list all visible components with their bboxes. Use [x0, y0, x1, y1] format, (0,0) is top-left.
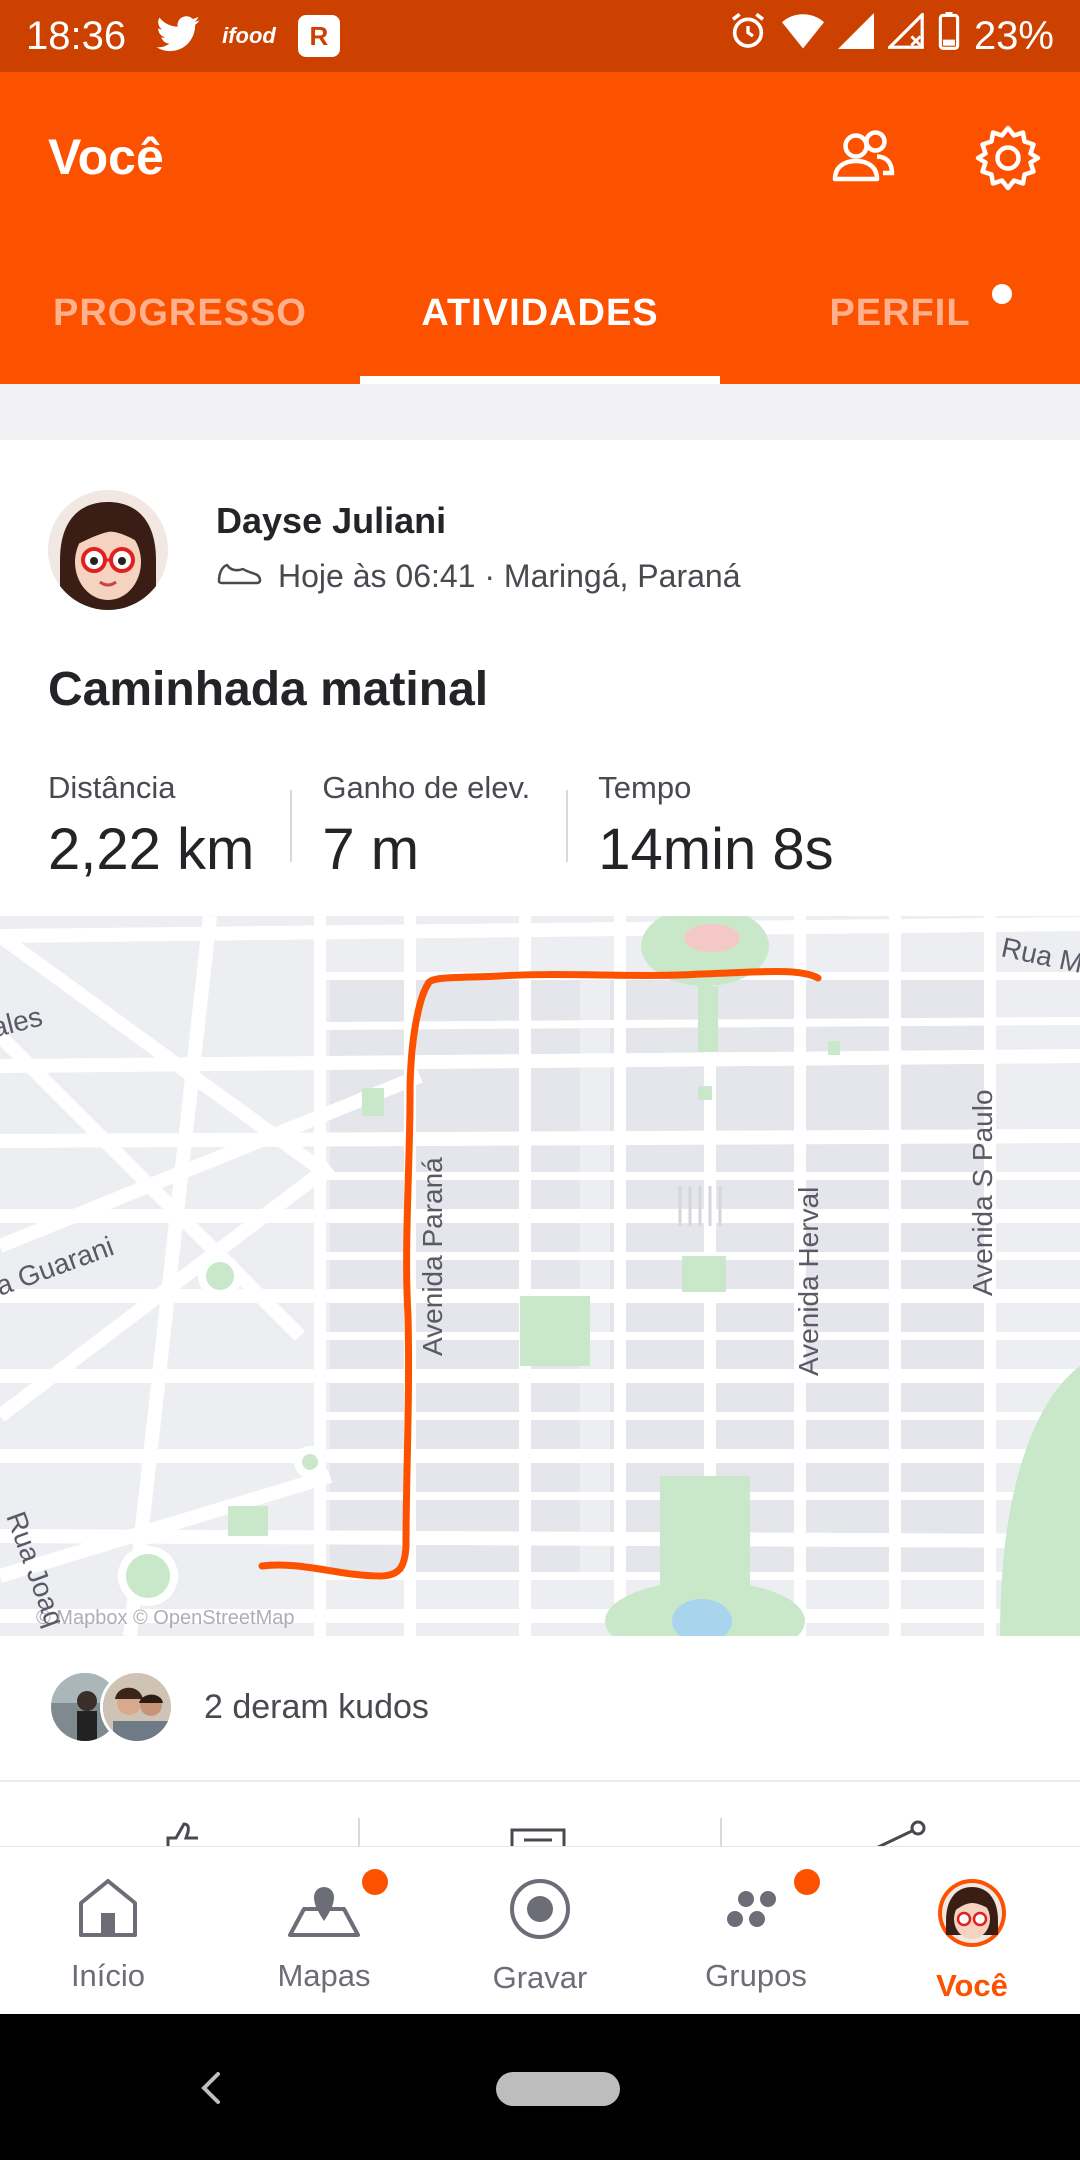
nav-gravar[interactable]: Gravar — [432, 1847, 648, 2015]
stat-label: Distância — [48, 770, 176, 805]
street-label: Avenida Herval — [793, 1187, 824, 1376]
profile-avatar-icon — [936, 1877, 1008, 1954]
nav-label: Você — [936, 1968, 1008, 2003]
tab-bar: PROGRESSO ATIVIDADES PERFIL — [0, 272, 1080, 384]
notification-dot — [992, 284, 1012, 304]
map-pin-icon — [286, 1877, 362, 1944]
back-chevron-icon[interactable] — [192, 2066, 228, 2110]
nav-mapas[interactable]: Mapas — [216, 1847, 432, 2015]
stat-value: 14min 8s — [598, 817, 834, 882]
kudo-avatar — [100, 1670, 174, 1744]
nav-label: Início — [70, 1958, 146, 1993]
activity-date-location: Hoje às 06:41 · Maringá, Paraná — [278, 558, 741, 594]
home-pill[interactable] — [496, 2072, 620, 2106]
ifood-icon: ifood — [222, 23, 276, 48]
record-icon — [508, 1877, 572, 1946]
kudos-row[interactable]: 2 deram kudos — [48, 1670, 429, 1744]
app-header: Você PROGRESSO ATIVIDADES PERFIL — [0, 72, 1080, 384]
groups-icon — [721, 1877, 791, 1944]
activity-stats: Distância 2,22 km Ganho de elev. 7 m Tem… — [48, 770, 902, 883]
page-title: Você — [48, 129, 164, 185]
stat-label: Tempo — [598, 770, 692, 805]
activity-meta: Hoje às 06:41 · Maringá, Paraná — [216, 558, 740, 595]
stat-label: Ganho de elev. — [322, 770, 531, 805]
nav-grupos[interactable]: Grupos — [648, 1847, 864, 2015]
nav-notification-badge — [794, 1869, 820, 1895]
status-time: 18:36 — [26, 13, 127, 58]
battery-percent: 23% — [973, 13, 1054, 58]
nav-label: Grupos — [705, 1958, 807, 1993]
kudos-count: 2 deram kudos — [204, 1687, 429, 1726]
signal-icon — [837, 13, 874, 59]
stat-divider — [566, 790, 569, 862]
map-attribution[interactable]: © Mapbox © OpenStreetMap — [36, 1607, 295, 1630]
nav-label: Mapas — [277, 1958, 371, 1993]
nav-label: Gravar — [492, 1960, 588, 1995]
system-navigation-bar — [0, 2014, 1080, 2160]
activity-title[interactable]: Caminhada matinal — [48, 662, 488, 717]
bottom-navigation: Início Mapas Gravar Grupos Você — [0, 1846, 1080, 2014]
stat-value: 2,22 km — [48, 817, 255, 882]
nav-voce[interactable]: Você — [864, 1847, 1080, 2015]
stat-value: 7 m — [322, 817, 420, 882]
status-bar: 18:36 ifood R 23% — [0, 0, 1080, 72]
street-label: Avenida S Paulo — [967, 1089, 998, 1296]
nav-inicio[interactable]: Início — [0, 1847, 216, 2015]
tab-atividades[interactable]: ATIVIDADES — [360, 272, 720, 384]
home-icon — [75, 1877, 141, 1944]
wifi-icon — [781, 13, 824, 59]
tab-progresso[interactable]: PROGRESSO — [0, 272, 360, 384]
settings-gear-icon[interactable] — [972, 122, 1044, 194]
battery-icon — [938, 12, 960, 60]
find-friends-icon[interactable] — [826, 122, 898, 194]
feed-separator — [0, 384, 1080, 440]
activity-route-map[interactable]: Rua M ales a Guarani Avenida Paraná Aven… — [0, 916, 1080, 1636]
activity-card[interactable]: Dayse Juliani Hoje às 06:41 · Maringá, P… — [0, 440, 1080, 1780]
walking-shoe-icon — [216, 558, 264, 595]
stat-divider — [290, 790, 293, 862]
athlete-name[interactable]: Dayse Juliani — [216, 500, 446, 542]
tab-perfil[interactable]: PERFIL — [720, 272, 1080, 384]
athlete-avatar[interactable] — [48, 490, 168, 610]
twitter-icon — [156, 15, 200, 57]
activity-actions-row — [0, 1780, 1080, 1852]
nav-notification-badge — [362, 1869, 388, 1895]
street-label: Avenida Paraná — [417, 1157, 448, 1356]
app-notification-icon: R — [297, 15, 340, 57]
stat-distance: Distância 2,22 km — [48, 770, 293, 883]
stat-elevation: Ganho de elev. 7 m — [322, 770, 569, 883]
stat-time: Tempo 14min 8s — [598, 770, 871, 883]
signal-no-data-icon — [885, 10, 924, 59]
alarm-icon — [728, 11, 768, 61]
